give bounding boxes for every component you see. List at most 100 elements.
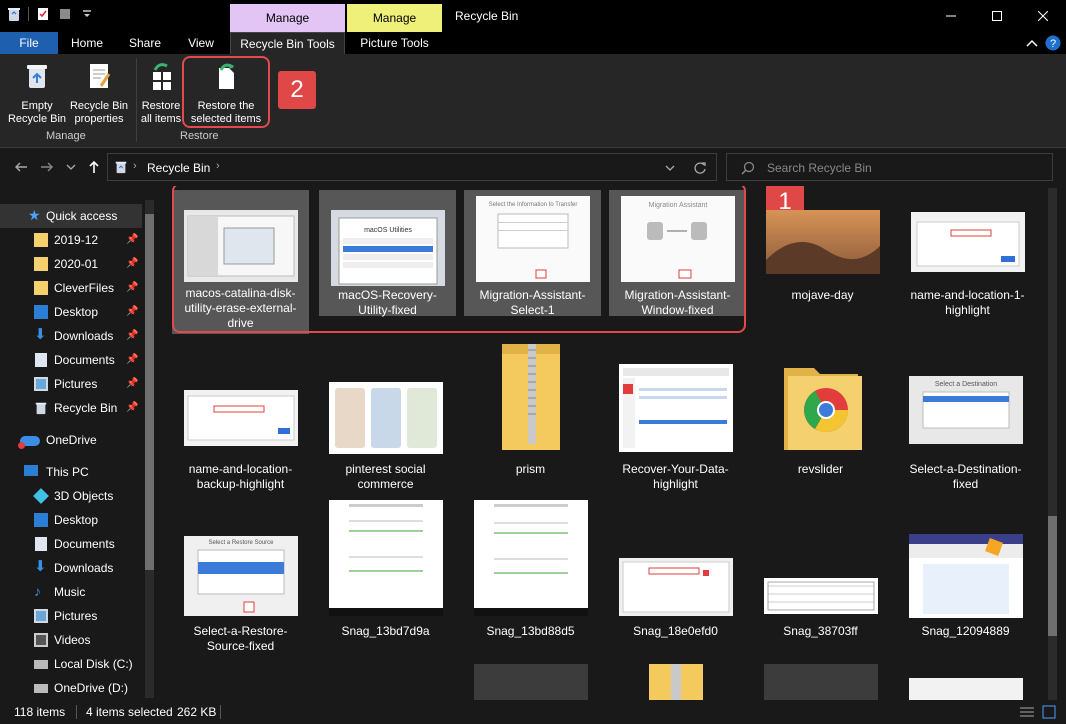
sidebar-item-desktop[interactable]: Desktop 📌 [0,300,142,324]
file-item[interactable]: Select a Destination Select-a-Destinatio… [897,352,1034,492]
refresh-icon[interactable] [693,161,707,175]
sidebar-item-onedrive[interactable]: OneDrive [0,428,142,452]
help-icon[interactable]: ? [1045,35,1061,51]
drive-icon [34,684,48,693]
maximize-button[interactable] [974,0,1020,32]
pin-icon[interactable]: 📌 [126,324,138,348]
sidebar-item-this-pc[interactable]: This PC [0,460,142,484]
sidebar-item-onedrive-d[interactable]: OneDrive (D:) [0,676,142,700]
sidebar-item-cleverfiles[interactable]: CleverFiles 📌 [0,276,142,300]
pin-icon[interactable]: 📌 [126,348,138,372]
large-icons-view-icon[interactable] [1042,705,1056,719]
pin-icon[interactable]: 📌 [126,276,138,300]
recycle-bin-properties-button[interactable]: Recycle Bin properties [66,60,132,126]
sidebar-label: OneDrive (D:) [54,681,129,695]
file-item[interactable]: Snag_13bd88d5 [462,492,599,652]
sidebar-item-pc-downloads[interactable]: ⬇ Downloads [0,556,142,580]
tab-share[interactable]: Share [120,32,170,54]
file-item[interactable] [607,664,744,700]
file-item[interactable]: prism [462,344,599,492]
sidebar-scrollbar[interactable] [145,200,154,698]
sidebar-label: 2020-01 [54,257,99,271]
status-separator [220,705,221,719]
sidebar-item-pc-documents[interactable]: Documents [0,532,142,556]
customize-qat-icon[interactable] [79,6,95,22]
file-name: Select-a-Restore-Source-fixed [193,624,288,653]
sidebar-item-pc-desktop[interactable]: Desktop [0,508,142,532]
thumbnail: Select a Destination [909,376,1023,444]
sidebar-item-recycle-bin[interactable]: Recycle Bin 📌 [0,396,142,420]
pin-icon[interactable]: 📌 [126,252,138,276]
content-scrollbar[interactable] [1048,188,1057,700]
search-box[interactable]: Search Recycle Bin [726,153,1053,181]
back-arrow-icon[interactable] [14,161,28,173]
sidebar-item-quick-access[interactable]: ★ Quick access [0,204,142,228]
empty-recycle-bin-button[interactable]: Empty Recycle Bin [6,60,68,126]
sidebar-item-3d-objects[interactable]: 3D Objects [0,484,142,508]
sidebar-item-local-disk[interactable]: Local Disk (C:) [0,652,142,676]
thumbnail [764,664,878,700]
file-item[interactable]: pinterest social commerce [317,352,454,492]
content-scrollbar-thumb[interactable] [1048,516,1057,636]
file-item[interactable]: revslider [752,352,889,492]
ribbon-tabs: File Home Share View Recycle Bin Tools P… [0,32,1066,54]
up-arrow-icon[interactable] [88,160,100,174]
tab-picture-tools[interactable]: Picture Tools [347,32,442,54]
file-item[interactable] [897,664,1034,700]
computer-icon [24,465,38,476]
sidebar-item-documents[interactable]: Documents 📌 [0,348,142,372]
file-item[interactable]: name-and-location-backup-highlight [172,352,309,492]
properties-icon[interactable] [35,6,51,22]
tab-recycle-bin-tools[interactable]: Recycle Bin Tools [230,32,345,54]
new-folder-icon[interactable] [57,6,73,22]
item-count: 118 items [14,705,66,719]
restore-all-items-button[interactable]: Restore all items [138,60,184,126]
sidebar-label: Pictures [54,609,98,623]
sidebar-item-pc-pictures[interactable]: Pictures [0,604,142,628]
sidebar-label: Quick access [46,209,118,223]
collapse-ribbon-icon[interactable] [1026,38,1038,48]
file-item[interactable] [462,664,599,700]
file-item[interactable]: name-and-location-1-highlight [899,190,1036,317]
file-item[interactable]: Snag_38703ff [752,516,889,656]
file-name: Snag_38703ff [783,624,858,638]
address-bar[interactable]: › Recycle Bin › [107,153,717,181]
file-item[interactable]: Snag_18e0efd0 [607,516,744,656]
breadcrumb-recycle-bin[interactable]: Recycle Bin [147,161,210,175]
recent-locations-icon[interactable] [66,163,76,171]
sidebar-item-2020-01[interactable]: 2020-01 📌 [0,252,142,276]
sidebar-item-downloads[interactable]: ⬇ Downloads 📌 [0,324,142,348]
sidebar-label: CleverFiles [54,281,115,295]
pin-icon[interactable]: 📌 [126,396,138,420]
tab-file[interactable]: File [0,32,58,54]
address-dropdown-icon[interactable] [665,164,675,172]
file-item[interactable]: mojave-day [754,190,891,316]
file-item[interactable]: Snag_12094889 [897,516,1034,656]
properties-label-2: properties [74,113,124,125]
close-button[interactable] [1020,0,1066,32]
sidebar-item-2019-12[interactable]: 2019-12 📌 [0,228,142,252]
pin-icon[interactable]: 📌 [126,228,138,252]
file-item[interactable]: Recover-Your-Data-highlight [607,352,744,492]
forward-arrow-icon[interactable] [40,161,54,173]
window-title: Recycle Bin [455,9,519,23]
file-item[interactable]: Select a Restore Source Select-a-Restore… [172,516,309,656]
breadcrumb-chevron-icon[interactable]: › [216,160,220,172]
cube-icon [33,488,49,504]
file-item[interactable] [752,664,889,700]
file-item[interactable]: Snag_13bd7d9a [317,492,454,652]
restore-all-label-1: Restore [141,100,181,112]
minimize-button[interactable] [928,0,974,32]
pin-icon[interactable]: 📌 [126,372,138,396]
details-view-icon[interactable] [1020,706,1034,718]
sidebar-label: Desktop [54,513,99,527]
pin-icon[interactable]: 📌 [126,300,138,324]
sidebar-item-music[interactable]: ♪ Music [0,580,142,604]
sidebar-item-pictures[interactable]: Pictures 📌 [0,372,142,396]
manage-context-header-picture: Manage [347,4,442,32]
sidebar-scrollbar-thumb[interactable] [145,214,154,570]
select-restore-source-caption: Select a Restore Source [208,540,274,546]
tab-view[interactable]: View [176,32,226,54]
sidebar-item-videos[interactable]: Videos [0,628,142,652]
tab-home[interactable]: Home [62,32,112,54]
